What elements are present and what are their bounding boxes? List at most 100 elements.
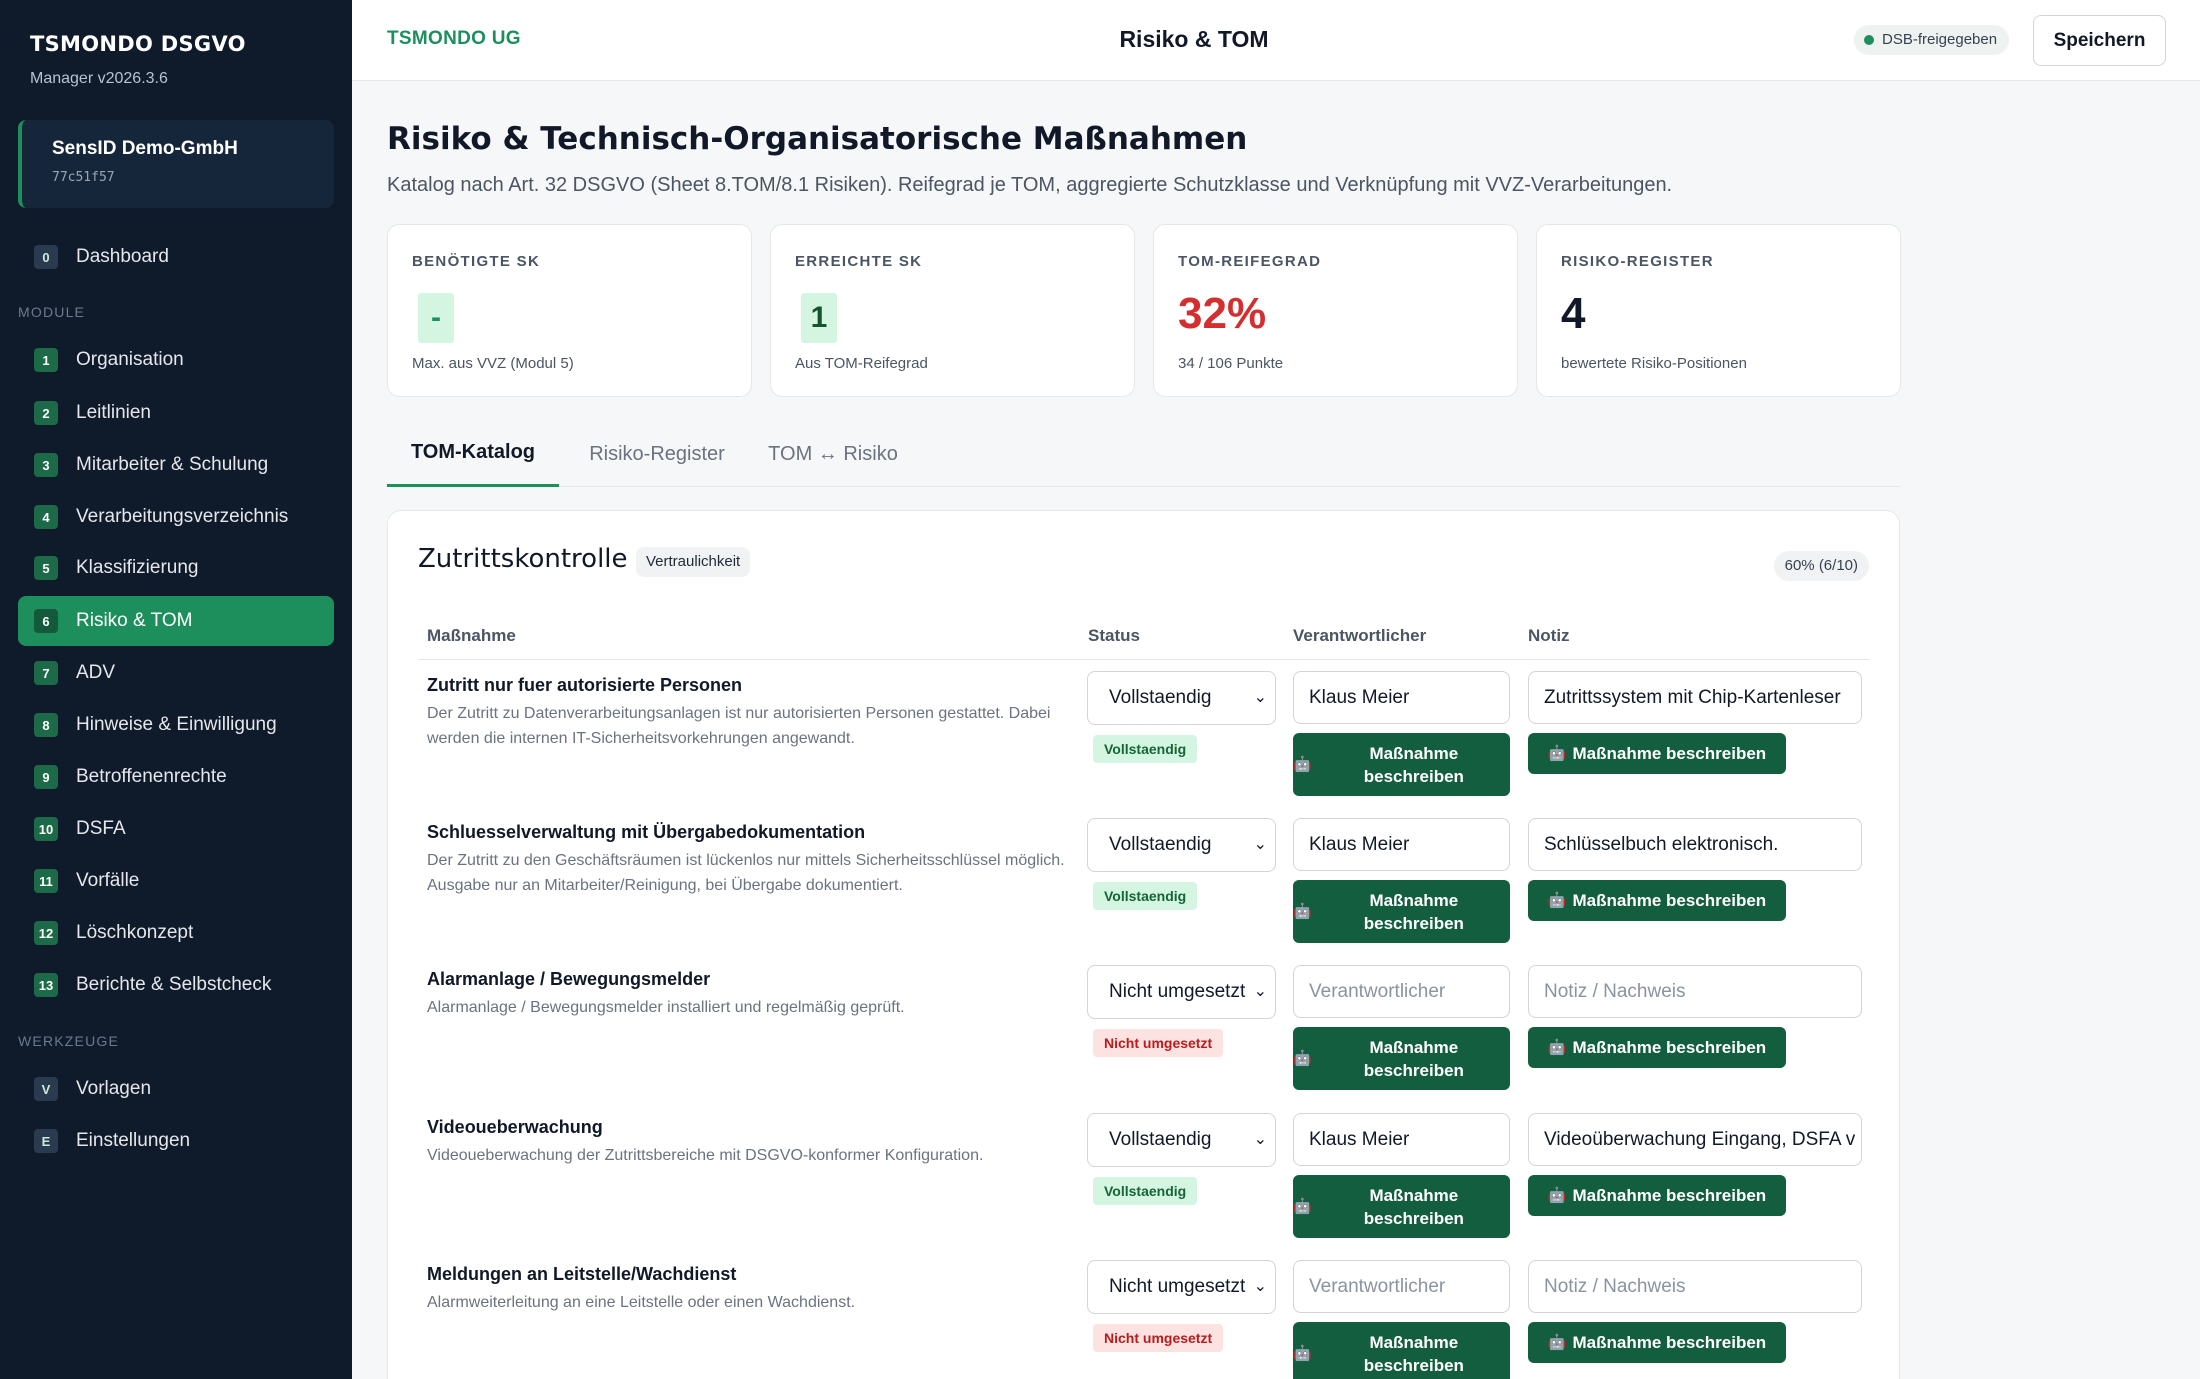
sidebar-item-vorlagen[interactable]: V Vorlagen (18, 1064, 334, 1114)
sidebar-item-leitlinien[interactable]: 2 Leitlinien (18, 388, 334, 438)
owner-input[interactable]: Klaus Meier (1293, 1113, 1510, 1166)
note-input[interactable]: Notiz / Nachweis (1528, 965, 1862, 1018)
sidebar-item-klassifizierung[interactable]: 5 Klassifizierung (18, 543, 334, 593)
sidebar-item-label: Klassifizierung (76, 557, 199, 578)
tenant-name: SensID Demo-GmbH (52, 138, 238, 159)
sidebar-item-adv[interactable]: 7 ADV (18, 648, 334, 698)
button-label: Maßnahme beschreiben (1363, 890, 1464, 933)
sidebar-item-risiko-tom[interactable]: 6 Risiko & TOM (18, 596, 334, 646)
header-divider (418, 659, 1870, 660)
nav-number: 2 (34, 401, 58, 425)
topbar-title: Risiko & TOM (1119, 26, 1269, 52)
tab-risiko-register[interactable]: Risiko-Register (571, 421, 743, 487)
button-label: Maßnahme beschreiben (1572, 744, 1767, 763)
describe-note-button[interactable]: 🤖 Maßnahme beschreiben (1528, 1027, 1786, 1068)
robot-icon: 🤖 (1293, 1345, 1312, 1362)
status-select[interactable]: Vollstaendig ⌄ (1087, 671, 1276, 725)
kpi-note: Aus TOM-Reifegrad (795, 355, 928, 372)
nav-number: 8 (34, 713, 58, 737)
sidebar-item-label: Einstellungen (76, 1130, 191, 1151)
describe-measure-button[interactable]: 🤖 Maßnahme beschreiben (1293, 880, 1510, 943)
button-label: Maßnahme beschreiben (1572, 1333, 1767, 1352)
sidebar-item-verarbeitungsverzeichnis[interactable]: 4 Verarbeitungsverzeichnis (18, 492, 334, 542)
nav-number: 5 (34, 556, 58, 580)
sidebar-item-label: Betroffenenrechte (76, 766, 227, 787)
sidebar-item-dashboard[interactable]: 0 Dashboard (18, 232, 334, 282)
column-header-status: Status (1088, 626, 1140, 645)
column-header-measure: Maßnahme (427, 626, 516, 645)
sidebar-item-vorfaelle[interactable]: 11 Vorfälle (18, 856, 334, 906)
note-input[interactable]: Schlüsselbuch elektronisch. (1528, 818, 1862, 871)
nav-number: 3 (34, 453, 58, 477)
measure-description: Der Zutritt zu den Geschäftsräumen ist l… (427, 852, 1065, 894)
nav-section-tools: WERKZEUGE (18, 1033, 120, 1049)
chevron-down-icon: ⌄ (1253, 983, 1267, 1000)
sidebar-item-einstellungen[interactable]: E Einstellungen (18, 1116, 334, 1166)
note-input[interactable]: Zutrittssystem mit Chip-Kartenleser (1528, 671, 1862, 724)
note-input[interactable]: Videoüberwachung Eingang, DSFA v (1528, 1113, 1862, 1166)
sidebar-item-label: DSFA (76, 818, 126, 839)
sidebar: TSMONDO DSGVO Manager v2026.3.6 SensID D… (0, 0, 352, 1379)
nav-number: E (34, 1129, 58, 1153)
button-label: Maßnahme beschreiben (1572, 891, 1767, 910)
status-select[interactable]: Nicht umgesetzt ⌄ (1087, 1260, 1276, 1314)
kpi-value: 4 (1561, 289, 1586, 338)
describe-note-button[interactable]: 🤖 Maßnahme beschreiben (1528, 880, 1786, 921)
kpi-note: 34 / 106 Punkte (1178, 355, 1284, 372)
status-select[interactable]: Vollstaendig ⌄ (1087, 1113, 1276, 1167)
brand-title: TSMONDO DSGVO (30, 32, 246, 56)
describe-note-button[interactable]: 🤖 Maßnahme beschreiben (1528, 733, 1786, 774)
sidebar-item-mitarbeiter[interactable]: 3 Mitarbeiter & Schulung (18, 440, 334, 490)
measure-description: Alarmweiterleitung an eine Leitstelle od… (427, 1294, 856, 1311)
tab-tom-katalog[interactable]: TOM-Katalog (387, 421, 559, 487)
owner-input[interactable]: Verantwortlicher (1293, 1260, 1510, 1313)
nav-number: 1 (34, 348, 58, 372)
status-select[interactable]: Nicht umgesetzt ⌄ (1087, 965, 1276, 1019)
button-label: Maßnahme beschreiben (1572, 1038, 1767, 1057)
status-select[interactable]: Vollstaendig ⌄ (1087, 818, 1276, 872)
describe-measure-button[interactable]: 🤖 Maßnahme beschreiben (1293, 1175, 1510, 1238)
kpi-label: ERREICHTE SK (795, 253, 923, 270)
robot-icon: 🤖 (1547, 892, 1567, 909)
button-label: Maßnahme beschreiben (1363, 743, 1464, 786)
note-input[interactable]: Notiz / Nachweis (1528, 1260, 1862, 1313)
nav-number: 10 (34, 817, 58, 841)
nav-number: 11 (34, 869, 58, 893)
describe-measure-button[interactable]: 🤖 Maßnahme beschreiben (1293, 1027, 1510, 1090)
measure-title: Videoueberwachung (427, 1117, 603, 1137)
sidebar-item-label: ADV (76, 662, 116, 683)
status-badge: DSB-freigegeben (1854, 25, 2010, 55)
sidebar-item-loeschkonzept[interactable]: 12 Löschkonzept (18, 908, 334, 958)
status-select-value: Vollstaendig (1109, 687, 1212, 708)
sidebar-item-betroffenenrechte[interactable]: 9 Betroffenenrechte (18, 752, 334, 802)
owner-input[interactable]: Klaus Meier (1293, 818, 1510, 871)
describe-note-button[interactable]: 🤖 Maßnahme beschreiben (1528, 1175, 1786, 1216)
chevron-down-icon: ⌄ (1253, 689, 1267, 706)
sidebar-item-label: Hinweise & Einwilligung (76, 714, 277, 735)
measure-description: Videoueberwachung der Zutrittsbereiche m… (427, 1147, 984, 1164)
column-header-note: Notiz (1528, 626, 1570, 645)
sidebar-item-hinweise[interactable]: 8 Hinweise & Einwilligung (18, 700, 334, 750)
tenant-switcher[interactable]: SensID Demo-GmbH 77c51f57 (18, 120, 334, 208)
owner-input[interactable]: Verantwortlicher (1293, 965, 1510, 1018)
sidebar-item-organisation[interactable]: 1 Organisation (18, 335, 334, 385)
tab-tom-risiko[interactable]: TOM ↔ Risiko (757, 421, 909, 487)
describe-measure-button[interactable]: 🤖 Maßnahme beschreiben (1293, 733, 1510, 796)
tom-section-panel: Zutrittskontrolle Vertraulichkeit 60% (6… (387, 510, 1900, 1379)
describe-note-button[interactable]: 🤖 Maßnahme beschreiben (1528, 1322, 1786, 1363)
kpi-label: TOM-REIFEGRAD (1178, 253, 1322, 270)
measure-title: Zutritt nur fuer autorisierte Personen (427, 675, 743, 695)
button-label: Maßnahme beschreiben (1363, 1332, 1464, 1375)
tenant-id: 77c51f57 (52, 170, 115, 185)
button-label: Maßnahme beschreiben (1363, 1037, 1464, 1080)
sidebar-item-berichte[interactable]: 13 Berichte & Selbstcheck (18, 960, 334, 1010)
kpi-value: 1 (801, 293, 837, 343)
robot-icon: 🤖 (1547, 1334, 1567, 1351)
nav-number: V (34, 1077, 58, 1101)
section-progress: 60% (6/10) (1773, 551, 1869, 581)
describe-measure-button[interactable]: 🤖 Maßnahme beschreiben (1293, 1322, 1510, 1379)
owner-input[interactable]: Klaus Meier (1293, 671, 1510, 724)
sidebar-item-dsfa[interactable]: 10 DSFA (18, 804, 334, 854)
save-button[interactable]: Speichern (2033, 15, 2166, 66)
sidebar-item-label: Löschkonzept (76, 922, 194, 943)
